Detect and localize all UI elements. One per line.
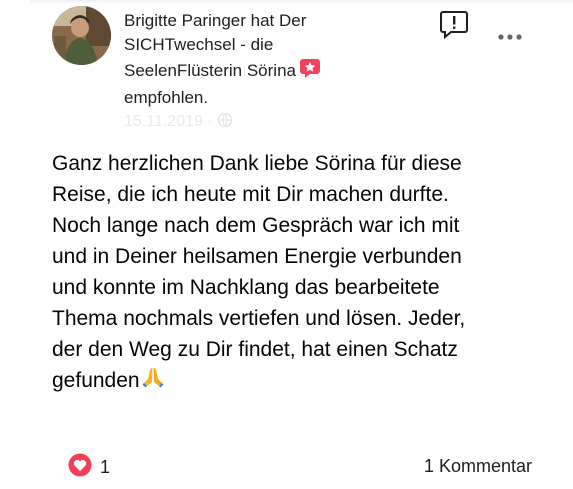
post-body-line: Noch lange nach dem Gespräch war ich mit — [52, 214, 460, 237]
post-body-line: Ganz herzlichen Dank liebe Sörina für di… — [52, 152, 462, 175]
reactions-summary[interactable]: 1 — [68, 453, 111, 482]
avatar[interactable] — [52, 6, 111, 65]
post-body-line: und in Deiner heilsamen Energie verbunde… — [52, 245, 462, 268]
comments-link[interactable]: 1 Kommentar — [424, 456, 532, 477]
post-body-line: Reise, die ich heute mit Dir machen durf… — [52, 183, 449, 206]
reaction-count: 1 — [100, 456, 111, 477]
post-body-line: und konnte im Nachklang das bearbeitete — [52, 276, 440, 299]
more-options-icon[interactable] — [495, 27, 525, 47]
top-divider — [30, 0, 573, 4]
folded-hands-icon — [141, 365, 165, 398]
report-icon[interactable] — [439, 9, 469, 40]
review-post-card: Brigitte Paringer hat Der SICHTwechsel -… — [0, 0, 573, 489]
post-body-line-last: gefunden — [52, 365, 552, 398]
recommend-badge-icon — [299, 57, 321, 86]
globe-icon — [217, 112, 233, 130]
page-name[interactable]: SeelenFlüsterin Sörina — [124, 61, 296, 80]
post-body-line: der den Weg zu Dir findet, hat einen Sch… — [52, 338, 458, 361]
heart-icon — [68, 453, 92, 482]
header-line-with-badge: SeelenFlüsterin Sörina — [124, 57, 424, 86]
post-header: Brigitte Paringer hat Der SICHTwechsel -… — [124, 9, 424, 110]
post-meta: 15.11.2019 · — [124, 112, 233, 131]
header-line[interactable]: SICHTwechsel - die — [124, 33, 424, 57]
post-body-line: Thema nochmals vertiefen und lösen. Jede… — [52, 307, 466, 330]
header-line[interactable]: Brigitte Paringer hat Der — [124, 9, 424, 33]
post-body-line: gefunden — [52, 369, 140, 392]
post-date[interactable]: 15.11.2019 · — [124, 113, 217, 130]
header-line: empfohlen. — [124, 88, 209, 107]
post-body: Ganz herzlichen Dank liebe Sörina für di… — [52, 148, 552, 398]
